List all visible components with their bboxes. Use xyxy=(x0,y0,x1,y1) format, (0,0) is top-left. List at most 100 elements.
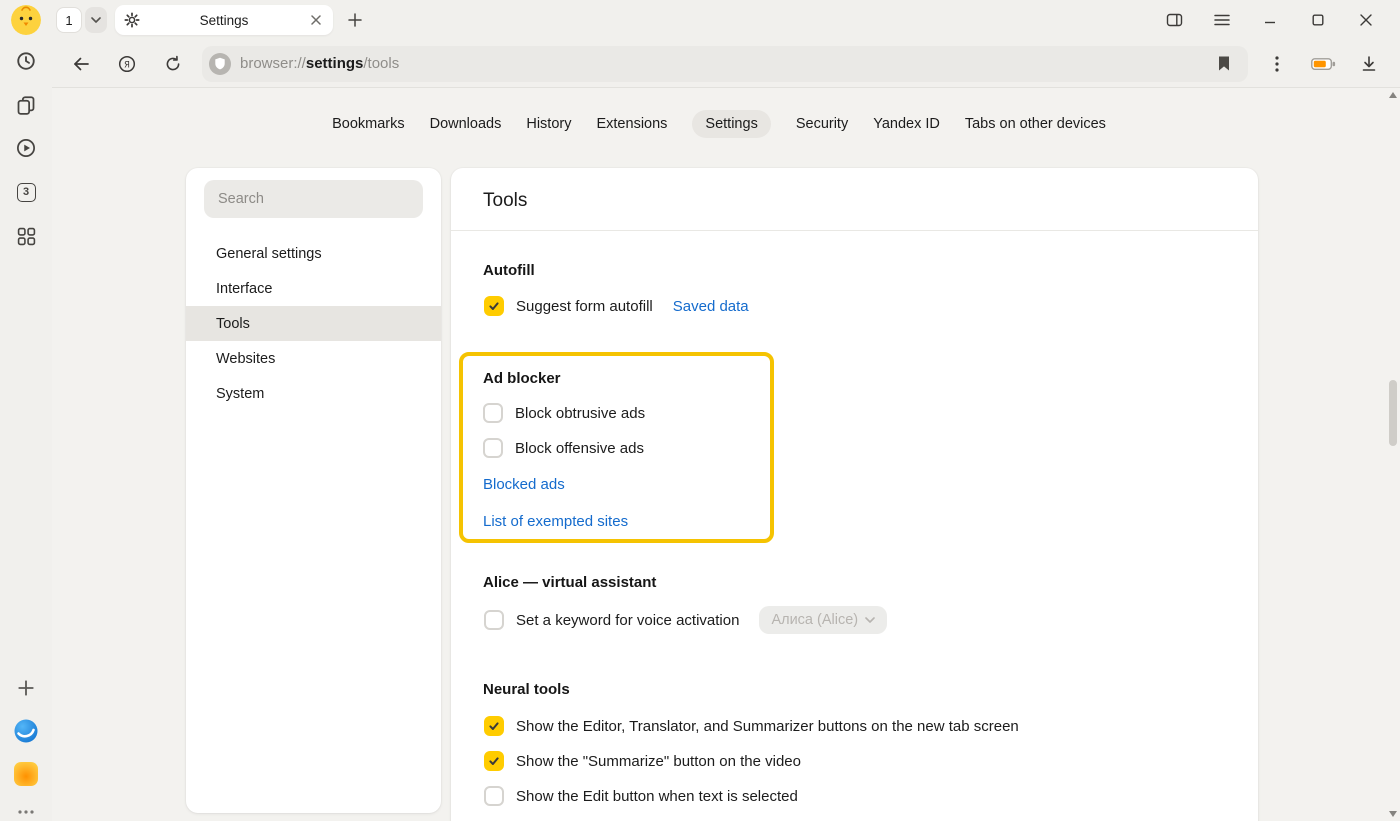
page-title: Tools xyxy=(483,190,527,212)
tab-history[interactable]: History xyxy=(526,110,571,138)
svg-text:Я: Я xyxy=(124,60,130,70)
browser-logo-icon[interactable] xyxy=(13,718,39,744)
side-panel-icon[interactable] xyxy=(1150,4,1198,36)
url-host: settings xyxy=(306,55,364,72)
tab-extensions[interactable]: Extensions xyxy=(596,110,667,138)
back-icon[interactable] xyxy=(58,47,104,81)
shield-icon[interactable] xyxy=(209,53,231,75)
sidebar-item-system[interactable]: System xyxy=(186,376,441,411)
tab-downloads[interactable]: Downloads xyxy=(430,110,502,138)
alice-row: Set a keyword for voice activation Алиса… xyxy=(484,606,887,634)
video-play-icon[interactable] xyxy=(14,136,38,160)
block-obtrusive-label: Block obtrusive ads xyxy=(515,405,645,422)
active-tab[interactable]: Settings xyxy=(115,5,333,35)
neural-tools-heading: Neural tools xyxy=(483,681,570,698)
tools-panel: Tools Autofill Suggest form autofill Sav… xyxy=(451,168,1258,821)
services-icon[interactable] xyxy=(14,762,38,786)
sidebar-item-tools[interactable]: Tools xyxy=(186,306,441,341)
suggest-autofill-label: Suggest form autofill xyxy=(516,298,653,315)
tab-list-chevron-icon[interactable] xyxy=(85,7,107,33)
edit-selected-text-checkbox[interactable] xyxy=(484,786,504,806)
tab-group-counter[interactable]: 1 xyxy=(56,7,82,33)
tab-yandex-id[interactable]: Yandex ID xyxy=(873,110,940,138)
close-icon[interactable] xyxy=(1342,4,1390,36)
edit-selected-text-label: Show the Edit button when text is select… xyxy=(516,788,798,805)
side-rail: 3 xyxy=(0,0,52,821)
tab-security[interactable]: Security xyxy=(796,110,848,138)
yandex-home-icon[interactable]: Я xyxy=(104,47,150,81)
blocked-ads-link[interactable]: Blocked ads xyxy=(483,476,770,493)
autofill-row: Suggest form autofill Saved data xyxy=(484,296,749,316)
bookmark-icon[interactable] xyxy=(1210,50,1238,78)
new-tab-button[interactable] xyxy=(341,6,369,34)
block-offensive-row: Block offensive ads xyxy=(483,438,770,458)
tab-tabs-other-devices[interactable]: Tabs on other devices xyxy=(965,110,1106,138)
apps-grid-icon[interactable] xyxy=(14,224,38,248)
url-scheme: browser:// xyxy=(240,55,306,72)
summarize-video-checkbox[interactable] xyxy=(484,751,504,771)
block-offensive-checkbox[interactable] xyxy=(483,438,503,458)
tab-bookmarks[interactable]: Bookmarks xyxy=(332,110,405,138)
battery-icon[interactable] xyxy=(1300,47,1346,81)
block-obtrusive-checkbox[interactable] xyxy=(483,403,503,423)
browser-window: 3 1 xyxy=(0,0,1400,821)
chevron-down-icon xyxy=(865,617,875,623)
neural-row-edit-button: Show the Edit button when text is select… xyxy=(484,786,798,806)
tab-strip: 1 Setting xyxy=(52,0,1400,40)
url-path: /tools xyxy=(363,55,399,72)
scroll-down-icon[interactable] xyxy=(1389,811,1397,817)
settings-sidebar: General settings Interface Tools Website… xyxy=(186,168,441,813)
tab-settings[interactable]: Settings xyxy=(692,110,770,138)
page-scrollbar xyxy=(1386,88,1400,821)
address-bar[interactable]: browser://settings/tools xyxy=(202,46,1248,82)
tab-counter-badge[interactable]: 3 xyxy=(14,180,38,204)
kebab-menu-icon[interactable] xyxy=(1254,47,1300,81)
tab-group-control: 1 xyxy=(56,7,107,33)
suggest-autofill-checkbox[interactable] xyxy=(484,296,504,316)
minimize-icon[interactable] xyxy=(1246,4,1294,36)
sidebar-item-interface[interactable]: Interface xyxy=(186,271,441,306)
menu-icon[interactable] xyxy=(1198,4,1246,36)
gear-icon xyxy=(124,12,140,28)
search-input[interactable] xyxy=(218,191,409,207)
alice-heading: Alice — virtual assistant xyxy=(483,574,656,591)
url-text: browser://settings/tools xyxy=(240,55,399,72)
settings-page: Bookmarks Downloads History Extensions S… xyxy=(52,87,1400,821)
add-panel-icon[interactable] xyxy=(14,676,38,700)
downloads-icon[interactable] xyxy=(1346,47,1392,81)
voice-keyword-checkbox[interactable] xyxy=(484,610,504,630)
settings-top-nav: Bookmarks Downloads History Extensions S… xyxy=(52,110,1386,138)
profile-avatar[interactable] xyxy=(11,5,41,35)
divider xyxy=(451,230,1258,231)
saved-data-link[interactable]: Saved data xyxy=(673,298,749,315)
chick-avatar-icon xyxy=(11,5,41,35)
scroll-up-icon[interactable] xyxy=(1389,92,1397,98)
window-controls xyxy=(1150,4,1390,36)
tabs-stack-icon[interactable] xyxy=(14,93,38,117)
reload-icon[interactable] xyxy=(150,47,196,81)
tab-counter-value: 3 xyxy=(17,183,36,202)
more-dots-icon[interactable] xyxy=(14,800,38,821)
sidebar-item-websites[interactable]: Websites xyxy=(186,341,441,376)
settings-menu: General settings Interface Tools Website… xyxy=(186,236,441,411)
scrollbar-thumb[interactable] xyxy=(1389,380,1397,446)
tab-title: Settings xyxy=(148,13,300,28)
alice-keyword-dropdown[interactable]: Алиса (Alice) xyxy=(759,606,887,634)
summarize-video-label: Show the "Summarize" button on the video xyxy=(516,753,801,770)
neural-row-summarize-video: Show the "Summarize" button on the video xyxy=(484,751,801,771)
alice-keyword-value: Алиса (Alice) xyxy=(771,612,858,628)
exempted-sites-link[interactable]: List of exempted sites xyxy=(483,513,770,530)
maximize-icon[interactable] xyxy=(1294,4,1342,36)
neural-row-editor-buttons: Show the Editor, Translator, and Summari… xyxy=(484,716,1019,736)
history-icon[interactable] xyxy=(14,49,38,73)
search-box xyxy=(204,180,423,218)
ad-blocker-highlight-box: Ad blocker Block obtrusive ads Block off… xyxy=(459,352,774,543)
tab-close-icon[interactable] xyxy=(308,12,324,28)
address-bar-row: Я browser://settings/tools xyxy=(52,40,1400,87)
block-offensive-label: Block offensive ads xyxy=(515,440,644,457)
autofill-heading: Autofill xyxy=(483,262,535,279)
editor-buttons-checkbox[interactable] xyxy=(484,716,504,736)
block-obtrusive-row: Block obtrusive ads xyxy=(483,403,770,423)
ad-blocker-heading: Ad blocker xyxy=(483,370,770,387)
sidebar-item-general-settings[interactable]: General settings xyxy=(186,236,441,271)
